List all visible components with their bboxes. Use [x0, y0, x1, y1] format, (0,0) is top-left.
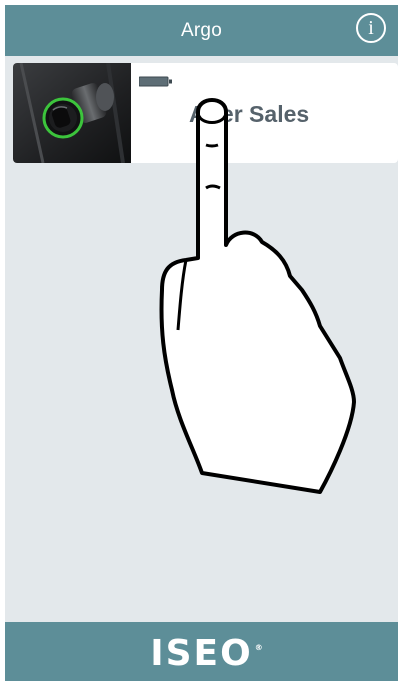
device-name: After Sales — [189, 101, 310, 127]
device-list-item[interactable]: After Sales — [13, 63, 398, 163]
brand-logo: ISEO ® — [150, 633, 263, 674]
app-header: Argo i — [5, 5, 398, 56]
page-title: Argo — [181, 19, 222, 41]
info-glyph: i — [368, 16, 374, 39]
app-footer: ISEO ® — [5, 622, 398, 681]
battery-icon — [138, 75, 173, 93]
registered-mark: ® — [254, 643, 263, 652]
device-thumbnail — [13, 63, 131, 163]
brand-logo-text: ISEO — [150, 633, 253, 674]
info-icon[interactable]: i — [356, 13, 386, 43]
app-screen: Argo i After Sales ISEO ® — [5, 5, 398, 681]
